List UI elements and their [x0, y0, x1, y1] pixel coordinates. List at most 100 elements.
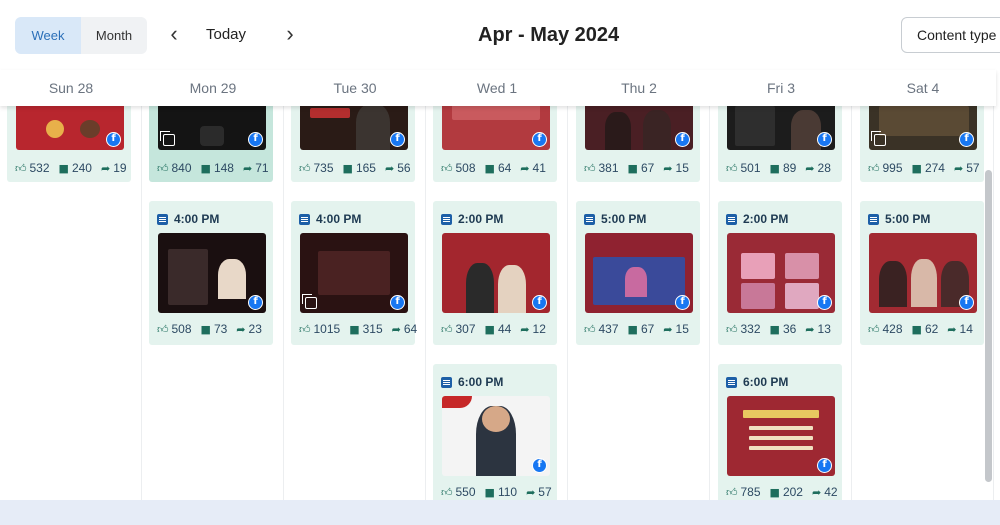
date-range-title: Apr - May 2024: [478, 24, 620, 46]
post-thumbnail: f: [727, 233, 835, 313]
post-type-icon: [726, 213, 737, 225]
chevron-left-icon[interactable]: ‹: [164, 23, 184, 45]
share-icon: ➦: [811, 485, 822, 499]
post-card-selected[interactable]: f 👍︎ 840 ■ 148 ➦ 71: [149, 106, 273, 182]
post-thumbnail: f: [158, 233, 266, 313]
content-type-dropdown[interactable]: Content type: [901, 17, 1000, 53]
post-card[interactable]: f 👍︎ 995 ■ 274 ➦ 57: [860, 106, 984, 182]
facebook-icon: f: [390, 132, 405, 147]
today-button[interactable]: Today: [206, 26, 246, 43]
like-icon: 👍︎: [299, 322, 311, 336]
post-thumbnail: f: [300, 233, 408, 313]
post-card[interactable]: f 👍︎ 501 ■ 89 ➦ 28: [718, 106, 842, 182]
like-icon: 👍︎: [157, 322, 169, 336]
facebook-icon: f: [675, 295, 690, 310]
post-card[interactable]: 2:00 PM f 👍︎ 332 ■ 36 ➦ 13: [718, 201, 842, 345]
post-type-icon: [299, 213, 310, 225]
share-icon: ➦: [236, 322, 246, 336]
share-icon: ➦: [805, 322, 815, 336]
post-stats: 👍︎ 501 ■ 89 ➦ 28: [726, 161, 831, 175]
post-card[interactable]: 5:00 PM f 👍︎ 437 ■ 67 ➦ 15: [576, 201, 700, 345]
like-icon: 👍︎: [299, 161, 311, 175]
post-stats: 👍︎ 785 ■ 202 ➦ 42: [726, 485, 838, 499]
multi-image-icon: [871, 131, 886, 146]
post-thumbnail: f: [869, 106, 977, 150]
comment-icon: ■: [911, 322, 922, 336]
post-card[interactable]: f 👍︎ 508 ■ 64 ➦ 41: [433, 106, 557, 182]
post-type-icon: [157, 213, 168, 225]
post-stats: 👍︎ 995 ■ 274 ➦ 57: [868, 161, 980, 175]
post-card[interactable]: 4:00 PM f 👍︎ 508 ■ 73 ➦ 23: [149, 201, 273, 345]
like-icon: 👍︎: [584, 161, 596, 175]
comment-icon: ■: [627, 322, 638, 336]
post-type-icon: [726, 376, 737, 388]
day-header: Mon 29: [189, 80, 237, 96]
comment-icon: ■: [769, 485, 780, 499]
facebook-icon: f: [532, 458, 547, 473]
post-thumbnail: f: [727, 396, 835, 476]
comment-icon: ■: [911, 161, 922, 175]
post-type-icon: [441, 376, 452, 388]
like-icon: 👍︎: [726, 322, 738, 336]
facebook-icon: f: [532, 295, 547, 310]
view-switcher: Week Month: [15, 17, 147, 54]
comment-icon: ■: [484, 322, 495, 336]
scrollbar-thumb[interactable]: [985, 170, 992, 482]
post-card[interactable]: 5:00 PM f 👍︎ 428 ■ 62 ➦ 14: [860, 201, 984, 345]
comment-icon: ■: [484, 161, 495, 175]
share-icon: ➦: [391, 322, 401, 336]
post-card[interactable]: 6:00 PM f 👍︎ 550 ■ 110 ➦ 57: [433, 364, 557, 500]
post-stats: 👍︎ 508 ■ 64 ➦ 41: [441, 161, 546, 175]
facebook-icon: f: [106, 132, 121, 147]
post-stats: 👍︎ 437 ■ 67 ➦ 15: [584, 322, 689, 336]
post-stats: 👍︎ 428 ■ 62 ➦ 14: [868, 322, 973, 336]
post-card[interactable]: 4:00 PM f 👍︎ 1015 ■ 315 ➦ 64: [291, 201, 417, 345]
facebook-icon: f: [817, 132, 832, 147]
facebook-icon: f: [817, 295, 832, 310]
week-view-button[interactable]: Week: [15, 17, 81, 54]
post-stats: 👍︎ 332 ■ 36 ➦ 13: [726, 322, 831, 336]
post-stats: 👍︎ 307 ■ 44 ➦ 12: [441, 322, 546, 336]
post-thumbnail: f: [442, 106, 550, 150]
calendar-grid[interactable]: f 👍︎ 532 ■ 240 ➦ 19 f 👍︎ 840 ■ 148 ➦ 71 f 👍︎ 73…: [0, 106, 996, 500]
share-icon: ➦: [947, 322, 957, 336]
post-card[interactable]: f 👍︎ 532 ■ 240 ➦ 19: [7, 106, 131, 182]
post-stats: 👍︎ 1015 ■ 315 ➦ 64: [299, 322, 418, 336]
facebook-icon: f: [532, 132, 547, 147]
share-icon: ➦: [953, 161, 964, 175]
facebook-icon: f: [817, 458, 832, 473]
post-card[interactable]: 2:00 PM f 👍︎ 307 ■ 44 ➦ 12: [433, 201, 557, 345]
day-header: Sat 4: [906, 80, 940, 96]
post-stats: 👍︎ 550 ■ 110 ➦ 57: [441, 485, 552, 499]
post-thumbnail: f: [158, 106, 266, 150]
comment-icon: ■: [769, 161, 780, 175]
post-stats: 👍︎ 381 ■ 67 ➦ 15: [584, 161, 689, 175]
like-icon: 👍︎: [726, 485, 738, 499]
post-thumbnail: f: [442, 396, 550, 476]
month-view-button[interactable]: Month: [81, 17, 147, 54]
like-icon: 👍︎: [868, 322, 880, 336]
comment-icon: ■: [349, 322, 360, 336]
post-thumbnail: f: [869, 233, 977, 313]
comment-icon: ■: [200, 322, 211, 336]
share-icon: ➦: [805, 161, 815, 175]
share-icon: ➦: [526, 485, 536, 499]
day-header-row: Sun 28 Mon 29 Tue 30 Wed 1 Thu 2 Fri 3 S…: [0, 70, 996, 106]
day-header: Tue 30: [333, 80, 377, 96]
chevron-right-icon[interactable]: ›: [280, 23, 300, 45]
like-icon: 👍︎: [441, 485, 453, 499]
like-icon: 👍︎: [868, 161, 880, 175]
post-thumbnail: f: [727, 106, 835, 150]
post-thumbnail: f: [300, 106, 408, 150]
comment-icon: ■: [342, 161, 353, 175]
bottom-bar: [0, 500, 1000, 525]
post-card[interactable]: f 👍︎ 381 ■ 67 ➦ 15: [576, 106, 700, 182]
share-icon: ➦: [520, 322, 530, 336]
share-icon: ➦: [663, 322, 673, 336]
facebook-icon: f: [675, 132, 690, 147]
share-icon: ➦: [663, 161, 673, 175]
post-card[interactable]: 6:00 PM f 👍︎ 785 ■ 202 ➦ 42: [718, 364, 842, 500]
post-card[interactable]: f 👍︎ 735 ■ 165 ➦ 56: [291, 106, 415, 182]
post-type-icon: [584, 213, 595, 225]
day-header: Wed 1: [476, 80, 518, 96]
